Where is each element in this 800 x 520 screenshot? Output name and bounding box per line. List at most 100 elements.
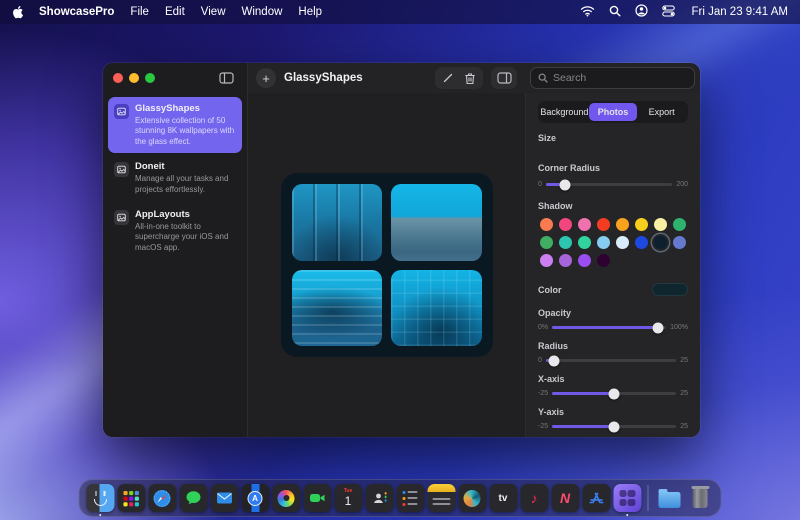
shadow-color-dot[interactable] (597, 254, 610, 267)
dock-music-icon[interactable]: ♪ (520, 481, 549, 515)
dock-calendar-icon[interactable]: Tue1 (334, 481, 363, 515)
shadow-color-dot[interactable] (559, 236, 572, 249)
minimize-button[interactable] (129, 73, 139, 83)
slider-min: -25 (538, 423, 548, 430)
close-button[interactable] (113, 73, 123, 83)
shadow-color-dot[interactable] (540, 254, 553, 267)
menubar-clock[interactable]: Fri Jan 23 9:41 AM (691, 6, 788, 18)
sidebar-item-title: AppLayouts (135, 209, 236, 220)
dock-app-store-icon[interactable] (582, 481, 611, 515)
wallpaper-preview-board[interactable] (281, 173, 493, 357)
dock-showcasepro-icon[interactable] (613, 481, 642, 515)
shadow-color-dot[interactable] (540, 236, 553, 249)
dock-launchpad-icon[interactable] (117, 481, 146, 515)
dock-separator (648, 485, 649, 511)
shadow-color-dot[interactable] (654, 218, 667, 231)
opacity-label: Opacity (538, 308, 688, 318)
y-axis-slider[interactable] (552, 425, 676, 428)
wallpaper-tile-glass-columns[interactable] (292, 184, 383, 261)
shadow-color-dot[interactable] (616, 218, 629, 231)
color-swatch[interactable] (652, 283, 688, 296)
sidebar: GlassyShapes Extensive collection of 50 … (103, 93, 248, 437)
photo-icon (114, 162, 129, 177)
dock-downloads-folder-icon[interactable] (655, 481, 684, 515)
dock-news-icon[interactable]: N (551, 481, 580, 515)
shadow-color-dot[interactable] (578, 254, 591, 267)
shadow-color-palette (538, 218, 688, 267)
dock-messages-icon[interactable] (179, 481, 208, 515)
radius-slider[interactable] (546, 359, 676, 362)
edit-pencil-icon[interactable] (437, 68, 459, 88)
shadow-color-dot[interactable] (540, 218, 553, 231)
dock-siri-icon[interactable] (458, 481, 487, 515)
tab-export[interactable]: Export (637, 103, 686, 121)
dock-trash-icon[interactable] (686, 481, 715, 515)
slider-min: -25 (538, 390, 548, 397)
dock-facetime-icon[interactable] (303, 481, 332, 515)
color-label: Color (538, 285, 562, 295)
apple-menu-icon[interactable] (12, 5, 25, 19)
window-title: GlassyShapes (284, 72, 363, 84)
menu-view[interactable]: View (201, 6, 226, 18)
menu-file[interactable]: File (130, 6, 149, 18)
shadow-color-dot[interactable] (578, 236, 591, 249)
menu-edit[interactable]: Edit (165, 6, 185, 18)
dock-finder-icon[interactable] (86, 481, 115, 515)
shadow-color-dot[interactable] (673, 236, 686, 249)
size-label: Size (538, 133, 688, 143)
search-icon[interactable] (609, 5, 621, 20)
zoom-button[interactable] (145, 73, 155, 83)
sidebar-item-applayouts[interactable]: AppLayouts All-in-one toolkit to superch… (108, 203, 242, 259)
shadow-color-dot[interactable] (673, 218, 686, 231)
x-axis-label: X-axis (538, 374, 688, 384)
dock-photos-icon[interactable] (272, 481, 301, 515)
shadow-color-dot[interactable] (654, 236, 667, 249)
x-axis-slider[interactable] (552, 392, 676, 395)
sidebar-item-title: Doneit (135, 161, 236, 172)
tab-photos[interactable]: Photos (589, 103, 638, 121)
sidebar-item-doneit[interactable]: Doneit Manage all your tasks and project… (108, 155, 242, 201)
dock: A Tue1 tv♪N (79, 479, 722, 517)
titlebar-main-section: + GlassyShapes (248, 63, 525, 93)
dock-safari-icon[interactable] (148, 481, 177, 515)
shadow-color-dot[interactable] (635, 236, 648, 249)
wifi-icon[interactable] (580, 5, 595, 20)
wallpaper-tile-grid[interactable] (391, 270, 482, 347)
shadow-color-dot[interactable] (597, 236, 610, 249)
control-center-icon[interactable] (662, 5, 675, 20)
titlebar-search-section: Search (525, 63, 700, 93)
trash-icon[interactable] (459, 68, 481, 88)
dock-notes-icon[interactable] (427, 481, 456, 515)
dock-contacts-icon[interactable] (365, 481, 394, 515)
menubar-app-name[interactable]: ShowcasePro (39, 6, 114, 18)
slider-max: 25 (680, 390, 688, 397)
title-bar: + GlassyShapes Search (103, 63, 700, 93)
shadow-color-dot[interactable] (616, 236, 629, 249)
user-icon[interactable] (635, 4, 648, 20)
panel-toggle-icon[interactable] (491, 67, 517, 89)
menu-help[interactable]: Help (298, 6, 322, 18)
corner-radius-slider[interactable] (546, 183, 672, 186)
shadow-color-dot[interactable] (559, 218, 572, 231)
tab-background[interactable]: Background (540, 103, 589, 121)
add-button[interactable]: + (256, 68, 276, 88)
shadow-color-dot[interactable] (635, 218, 648, 231)
wallpaper-tile-horizon[interactable] (391, 184, 482, 261)
shadow-color-dot[interactable] (578, 218, 591, 231)
shadow-color-dot[interactable] (559, 254, 572, 267)
search-placeholder: Search (553, 72, 586, 84)
dock-mail-icon[interactable] (210, 481, 239, 515)
wallpaper-tile-stripes[interactable] (292, 270, 383, 347)
opacity-slider[interactable] (552, 326, 666, 329)
shadow-color-dot[interactable] (597, 218, 610, 231)
sidebar-item-glassyshapes[interactable]: GlassyShapes Extensive collection of 50 … (108, 97, 242, 153)
search-field-icon (538, 73, 548, 83)
dock-app-store-circle-icon[interactable]: A (241, 481, 270, 515)
sidebar-toggle-icon[interactable] (215, 68, 237, 88)
dock-reminders-icon[interactable] (396, 481, 425, 515)
dock-apple-tv-icon[interactable]: tv (489, 481, 518, 515)
slider-min: 0 (538, 181, 542, 188)
slider-min: 0% (538, 324, 548, 331)
search-input[interactable]: Search (530, 67, 695, 89)
menu-window[interactable]: Window (242, 6, 283, 18)
